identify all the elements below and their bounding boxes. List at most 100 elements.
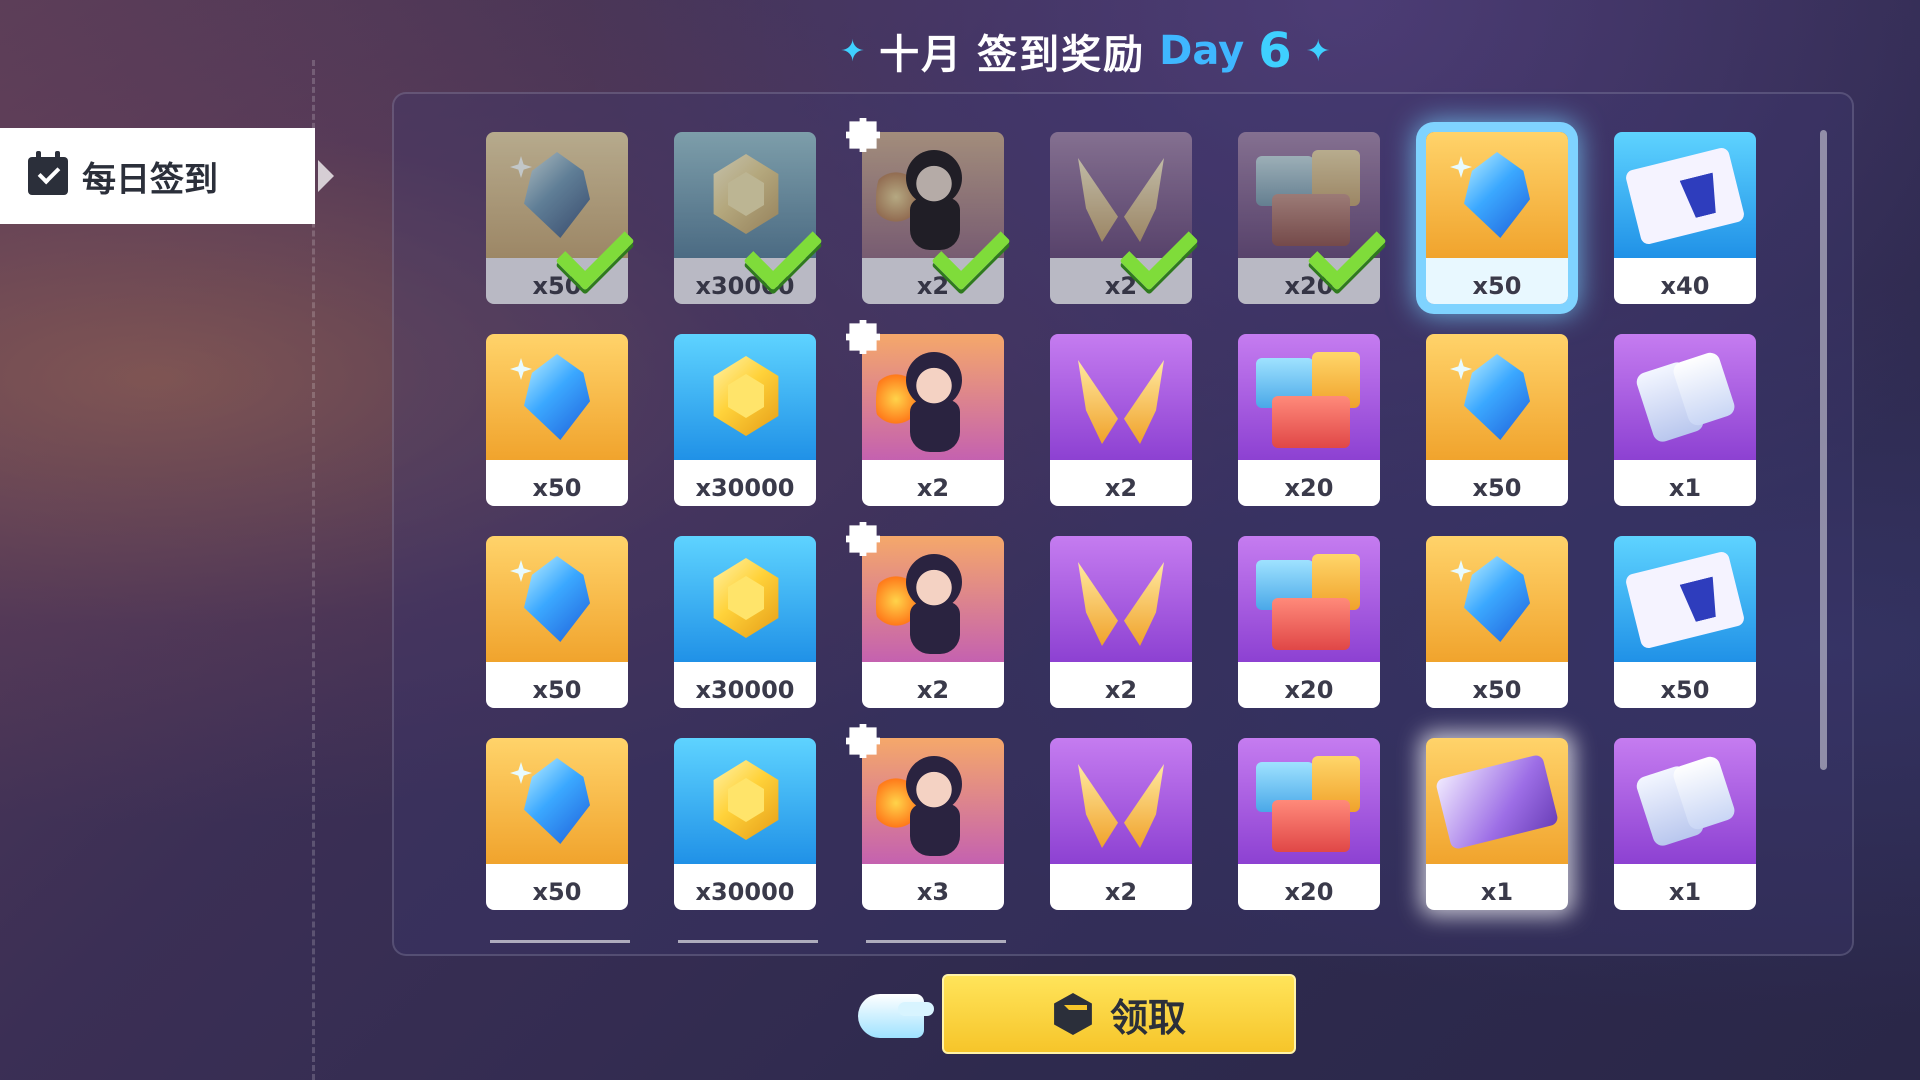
- reward-art: [1050, 536, 1192, 666]
- reward-art: [486, 334, 628, 464]
- reward-quantity: x30000: [695, 878, 795, 906]
- crystal-icon: [524, 152, 590, 238]
- sparkle-icon: [1450, 358, 1472, 380]
- reward-art: [674, 738, 816, 868]
- reward-quantity: x2: [1104, 878, 1138, 906]
- reward-card-building-blocks[interactable]: x20: [1238, 132, 1387, 304]
- reward-art: [1426, 536, 1568, 666]
- scrollbar[interactable]: [1820, 130, 1827, 770]
- reward-quantity: x1: [1668, 878, 1702, 906]
- reward-art: [1614, 738, 1756, 868]
- chevron-right-icon: [318, 160, 334, 192]
- reward-card-golden-shard[interactable]: x2: [1050, 132, 1199, 304]
- shard-right-icon: [1124, 764, 1164, 848]
- reward-quantity: x50: [532, 474, 582, 502]
- reward-card-crystal[interactable]: x50: [486, 536, 628, 708]
- sparkle-icon: [510, 560, 532, 582]
- reward-quantity: x20: [1284, 272, 1334, 300]
- reward-quantity: x50: [1472, 474, 1522, 502]
- reward-quantity: x50: [532, 878, 582, 906]
- crystal-icon: [1464, 556, 1530, 642]
- reward-art: [1238, 738, 1380, 868]
- crystal-icon: [524, 556, 590, 642]
- reward-card-character-fragment[interactable]: x2: [846, 118, 1011, 304]
- reward-art: [674, 536, 816, 666]
- reward-card-crystal[interactable]: x50: [486, 334, 628, 506]
- reward-quantity: x50: [1660, 676, 1710, 704]
- character-head-icon: [906, 352, 962, 408]
- claim-button-label: 领取: [1109, 995, 1186, 1040]
- calendar-check-icon: [28, 151, 68, 195]
- reward-quantity: x50: [1472, 272, 1522, 300]
- reward-art: [1238, 536, 1380, 666]
- block-red-icon: [1272, 800, 1350, 852]
- claim-button[interactable]: 领取: [942, 974, 1296, 1054]
- reward-quantity: x3: [916, 878, 950, 906]
- reward-art: [1050, 334, 1192, 464]
- reward-card-building-blocks[interactable]: x20: [1238, 738, 1380, 910]
- puzzle-piece-icon: [846, 320, 880, 354]
- shard-left-icon: [1078, 562, 1118, 646]
- reward-quantity: x50: [532, 676, 582, 704]
- reward-card-crystal[interactable]: x50: [1426, 334, 1568, 506]
- reward-card-character-fragment[interactable]: x3: [846, 724, 1004, 910]
- star-icon: ✦: [840, 33, 866, 69]
- reward-card-golden-shard[interactable]: x2: [1050, 738, 1192, 910]
- reward-quantity: x1: [1480, 878, 1514, 906]
- reward-quantity: x50: [1472, 676, 1522, 704]
- reward-card-crystal[interactable]: x50: [486, 738, 628, 910]
- reward-art: [1426, 334, 1568, 464]
- reward-quantity: x2: [916, 676, 950, 704]
- reward-card-coin[interactable]: x30000: [674, 132, 823, 304]
- title-day-label: Day: [1159, 28, 1245, 74]
- reward-card-crystal[interactable]: x50: [1426, 132, 1568, 304]
- reward-art: [1426, 132, 1568, 262]
- reward-art: [862, 536, 1004, 666]
- character-head-icon: [906, 756, 962, 812]
- block-red-icon: [1272, 396, 1350, 448]
- reward-card-outfit-ticket[interactable]: x50: [1614, 536, 1756, 708]
- reward-art: [1614, 334, 1756, 464]
- reward-quantity: x30000: [695, 272, 795, 300]
- next-row-edge: [490, 940, 1030, 943]
- block-red-icon: [1272, 598, 1350, 650]
- reward-card-purple-ticket[interactable]: x1: [1426, 738, 1568, 910]
- crystal-icon: [1464, 152, 1530, 238]
- reward-card-crystal[interactable]: x50: [1426, 536, 1568, 708]
- sparkle-icon: [1450, 560, 1472, 582]
- reward-card-coin[interactable]: x30000: [674, 334, 816, 506]
- crystal-icon: [1464, 354, 1530, 440]
- reward-card-crystal[interactable]: x50: [486, 132, 635, 304]
- shard-left-icon: [1078, 360, 1118, 444]
- reward-quantity: x50: [532, 272, 582, 300]
- shard-right-icon: [1124, 360, 1164, 444]
- reward-card-coin[interactable]: x30000: [674, 738, 816, 910]
- crystal-icon: [524, 354, 590, 440]
- reward-card-golden-shard[interactable]: x2: [1050, 334, 1192, 506]
- character-head-icon: [906, 554, 962, 610]
- sidebar-item-daily-checkin[interactable]: 每日签到: [0, 128, 315, 224]
- outfit-ticket-icon: [1624, 146, 1746, 246]
- sparkle-icon: [510, 358, 532, 380]
- reward-card-supply-cups[interactable]: x1: [1614, 334, 1756, 506]
- reward-quantity: x2: [1104, 676, 1138, 704]
- reward-card-coin[interactable]: x30000: [674, 536, 816, 708]
- reward-quantity: x20: [1284, 474, 1334, 502]
- reward-card-building-blocks[interactable]: x20: [1238, 536, 1380, 708]
- character-head-icon: [906, 150, 962, 206]
- reward-card-golden-shard[interactable]: x2: [1050, 536, 1192, 708]
- reward-card-character-fragment[interactable]: x2: [846, 522, 1004, 708]
- shard-right-icon: [1124, 562, 1164, 646]
- reward-card-building-blocks[interactable]: x20: [1238, 334, 1380, 506]
- title-month: 十月: [879, 32, 964, 78]
- title-day-number: 6: [1258, 23, 1292, 79]
- pointing-hand-icon: [858, 994, 934, 1038]
- sidebar-item-label: 每日签到: [82, 159, 218, 200]
- reward-art: [674, 334, 816, 464]
- reward-card-outfit-ticket[interactable]: x40: [1614, 132, 1756, 304]
- sparkle-icon: [1450, 156, 1472, 178]
- reward-card-supply-cups[interactable]: x1: [1614, 738, 1756, 910]
- reward-quantity: x30000: [695, 676, 795, 704]
- reward-card-character-fragment[interactable]: x2: [846, 320, 1004, 506]
- reward-quantity: x2: [916, 474, 950, 502]
